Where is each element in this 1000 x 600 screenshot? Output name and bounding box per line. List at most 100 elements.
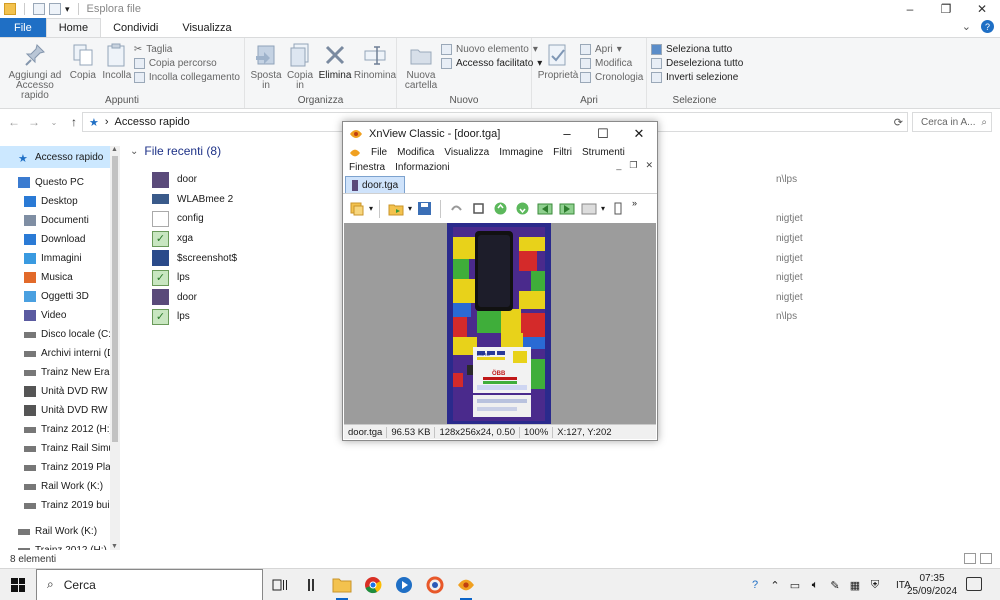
image-viewport[interactable]: EURO ÖBB — [344, 223, 656, 425]
sidebar-item[interactable]: Trainz 2019 build — [0, 496, 120, 515]
widgets-icon[interactable] — [301, 575, 321, 595]
rotate-right-icon[interactable] — [513, 199, 532, 218]
chevron-down-icon[interactable]: ⌄ — [962, 20, 971, 33]
sidebar-item[interactable]: Immagini — [0, 249, 120, 268]
sidebar-item[interactable]: Documenti — [0, 211, 120, 230]
open-button[interactable]: Apri ▾ — [580, 44, 643, 55]
refresh-icon[interactable]: ⟳ — [894, 116, 903, 129]
sidebar-item[interactable]: Oggetti 3D — [0, 287, 120, 306]
mdi-minimize-button[interactable]: _ — [616, 160, 621, 171]
volume-icon[interactable]: 🔈︎ — [808, 578, 822, 592]
select-all-button[interactable]: Seleziona tutto — [651, 44, 743, 55]
chevron-down-icon[interactable]: ▾ — [601, 204, 605, 213]
scroll-down-icon[interactable]: ▼ — [111, 543, 118, 550]
maximize-button[interactable]: ☐ — [585, 122, 621, 145]
large-icons-view-icon[interactable] — [980, 553, 992, 564]
menu-item[interactable]: Informazioni — [395, 162, 449, 173]
nav-scrollbar[interactable]: ▲ ▼ — [110, 146, 120, 550]
menu-item[interactable]: Finestra — [349, 162, 385, 173]
next-image-icon[interactable] — [557, 199, 576, 218]
customize-dropdown-icon[interactable]: ▾ — [65, 4, 70, 15]
sidebar-item[interactable]: Unità DVD RW (G — [0, 401, 120, 420]
sidebar-item[interactable]: Trainz New Era (E — [0, 363, 120, 382]
crop-icon[interactable] — [469, 199, 488, 218]
breadcrumb[interactable]: Accesso rapido — [115, 116, 190, 128]
sidebar-item[interactable]: Trainz 2012 (H:) — [0, 541, 120, 550]
chevron-down-icon[interactable]: ▾ — [369, 204, 373, 213]
search-input[interactable]: Cerca in A... ⌕ — [912, 112, 992, 132]
notifications-icon[interactable] — [966, 577, 982, 591]
details-view-icon[interactable] — [964, 553, 976, 564]
sidebar-item[interactable]: Questo PC — [0, 173, 120, 192]
menu-item[interactable]: Immagine — [499, 147, 543, 158]
slideshow-icon[interactable] — [579, 199, 598, 218]
back-arrow-icon[interactable]: ← — [4, 115, 24, 129]
minimize-button[interactable]: – — [892, 0, 928, 18]
select-none-button[interactable]: Deseleziona tutto — [651, 58, 743, 69]
chevron-down-icon[interactable]: ▾ — [408, 204, 412, 213]
help-icon[interactable]: ? — [748, 578, 762, 592]
media-player-icon[interactable] — [394, 575, 414, 595]
history-button[interactable]: Cronologia — [580, 72, 643, 83]
menu-item[interactable]: Modifica — [397, 147, 434, 158]
easy-access-button[interactable]: Accesso facilitato ▾ — [441, 58, 542, 69]
help-icon[interactable]: ? — [981, 20, 994, 33]
taskbar-search-input[interactable]: ⌕ Cerca — [36, 568, 263, 600]
save-icon[interactable] — [415, 199, 434, 218]
properties-icon[interactable] — [33, 3, 45, 15]
menu-item[interactable]: Filtri — [553, 147, 572, 158]
forward-arrow-icon[interactable]: → — [24, 115, 44, 129]
sidebar-item[interactable]: Musica — [0, 268, 120, 287]
scrollbar-thumb[interactable] — [112, 156, 118, 442]
app-icon[interactable] — [425, 575, 445, 595]
paste-link-button[interactable]: Incolla collegamento — [133, 72, 240, 83]
menu-item[interactable]: File — [371, 147, 387, 158]
group-header[interactable]: ⌄ File recenti (8) — [130, 144, 221, 158]
sidebar-item[interactable]: Video — [0, 306, 120, 325]
recent-locations-icon[interactable]: ⌄ — [44, 118, 64, 127]
menu-item[interactable]: Strumenti — [582, 147, 625, 158]
tab-share[interactable]: Condividi — [101, 18, 170, 37]
tab-view[interactable]: Visualizza — [170, 18, 243, 37]
mdi-restore-button[interactable]: ❐ — [629, 160, 637, 171]
start-button[interactable] — [0, 577, 36, 592]
sidebar-item[interactable]: Rail Work (K:) — [0, 522, 120, 541]
sidebar-item[interactable]: Rail Work (K:) — [0, 477, 120, 496]
chevron-up-icon[interactable]: ⌃ — [768, 578, 782, 592]
new-folder-icon[interactable] — [49, 3, 61, 15]
menu-item[interactable]: Visualizza — [444, 147, 489, 158]
new-item-button[interactable]: Nuovo elemento ▾ — [441, 44, 542, 55]
up-arrow-icon[interactable]: ↑ — [64, 115, 84, 129]
xnview-doc-icon[interactable] — [349, 148, 361, 158]
list-item[interactable]: $screenshot$ — [152, 248, 237, 268]
apps-tray-icon[interactable]: ▦ — [848, 578, 862, 592]
clock[interactable]: 07:35 25/09/2024 — [906, 572, 958, 598]
sidebar-item[interactable]: Desktop — [0, 192, 120, 211]
undo-icon[interactable] — [447, 199, 466, 218]
maximize-button[interactable]: ❐ — [928, 0, 964, 18]
file-explorer-taskbar-icon[interactable] — [332, 575, 352, 600]
rotate-left-icon[interactable] — [491, 199, 510, 218]
sidebar-item[interactable]: Disco locale (C:) — [0, 325, 120, 344]
copy-path-button[interactable]: Copia percorso — [133, 58, 240, 69]
list-item[interactable]: ✓ xga — [152, 229, 237, 249]
network-icon[interactable]: ▭ — [788, 578, 802, 592]
scroll-up-icon[interactable]: ▲ — [111, 146, 118, 153]
sidebar-item[interactable]: Trainz Rail Simul — [0, 439, 120, 458]
list-item[interactable]: ✓ lps — [152, 307, 237, 327]
sidebar-item[interactable]: Trainz 2019 Platir — [0, 458, 120, 477]
chrome-icon[interactable] — [363, 575, 383, 595]
minimize-button[interactable]: – — [549, 122, 585, 145]
edit-button[interactable]: Modifica — [580, 58, 643, 69]
sidebar-item[interactable]: Trainz 2012 (H:) — [0, 420, 120, 439]
previous-image-icon[interactable] — [535, 199, 554, 218]
security-icon[interactable]: ⛨ — [868, 578, 882, 592]
list-item[interactable]: ✓ lps — [152, 268, 237, 288]
open-folder-icon[interactable] — [386, 199, 405, 218]
cut-button[interactable]: ✂ Taglia — [134, 44, 240, 55]
fullscreen-icon[interactable] — [608, 199, 627, 218]
sidebar-item[interactable]: ★ Accesso rapido — [0, 146, 120, 168]
sidebar-item[interactable]: Download — [0, 230, 120, 249]
tab-door-tga[interactable]: door.tga — [345, 176, 406, 193]
list-item[interactable]: door — [152, 170, 237, 190]
